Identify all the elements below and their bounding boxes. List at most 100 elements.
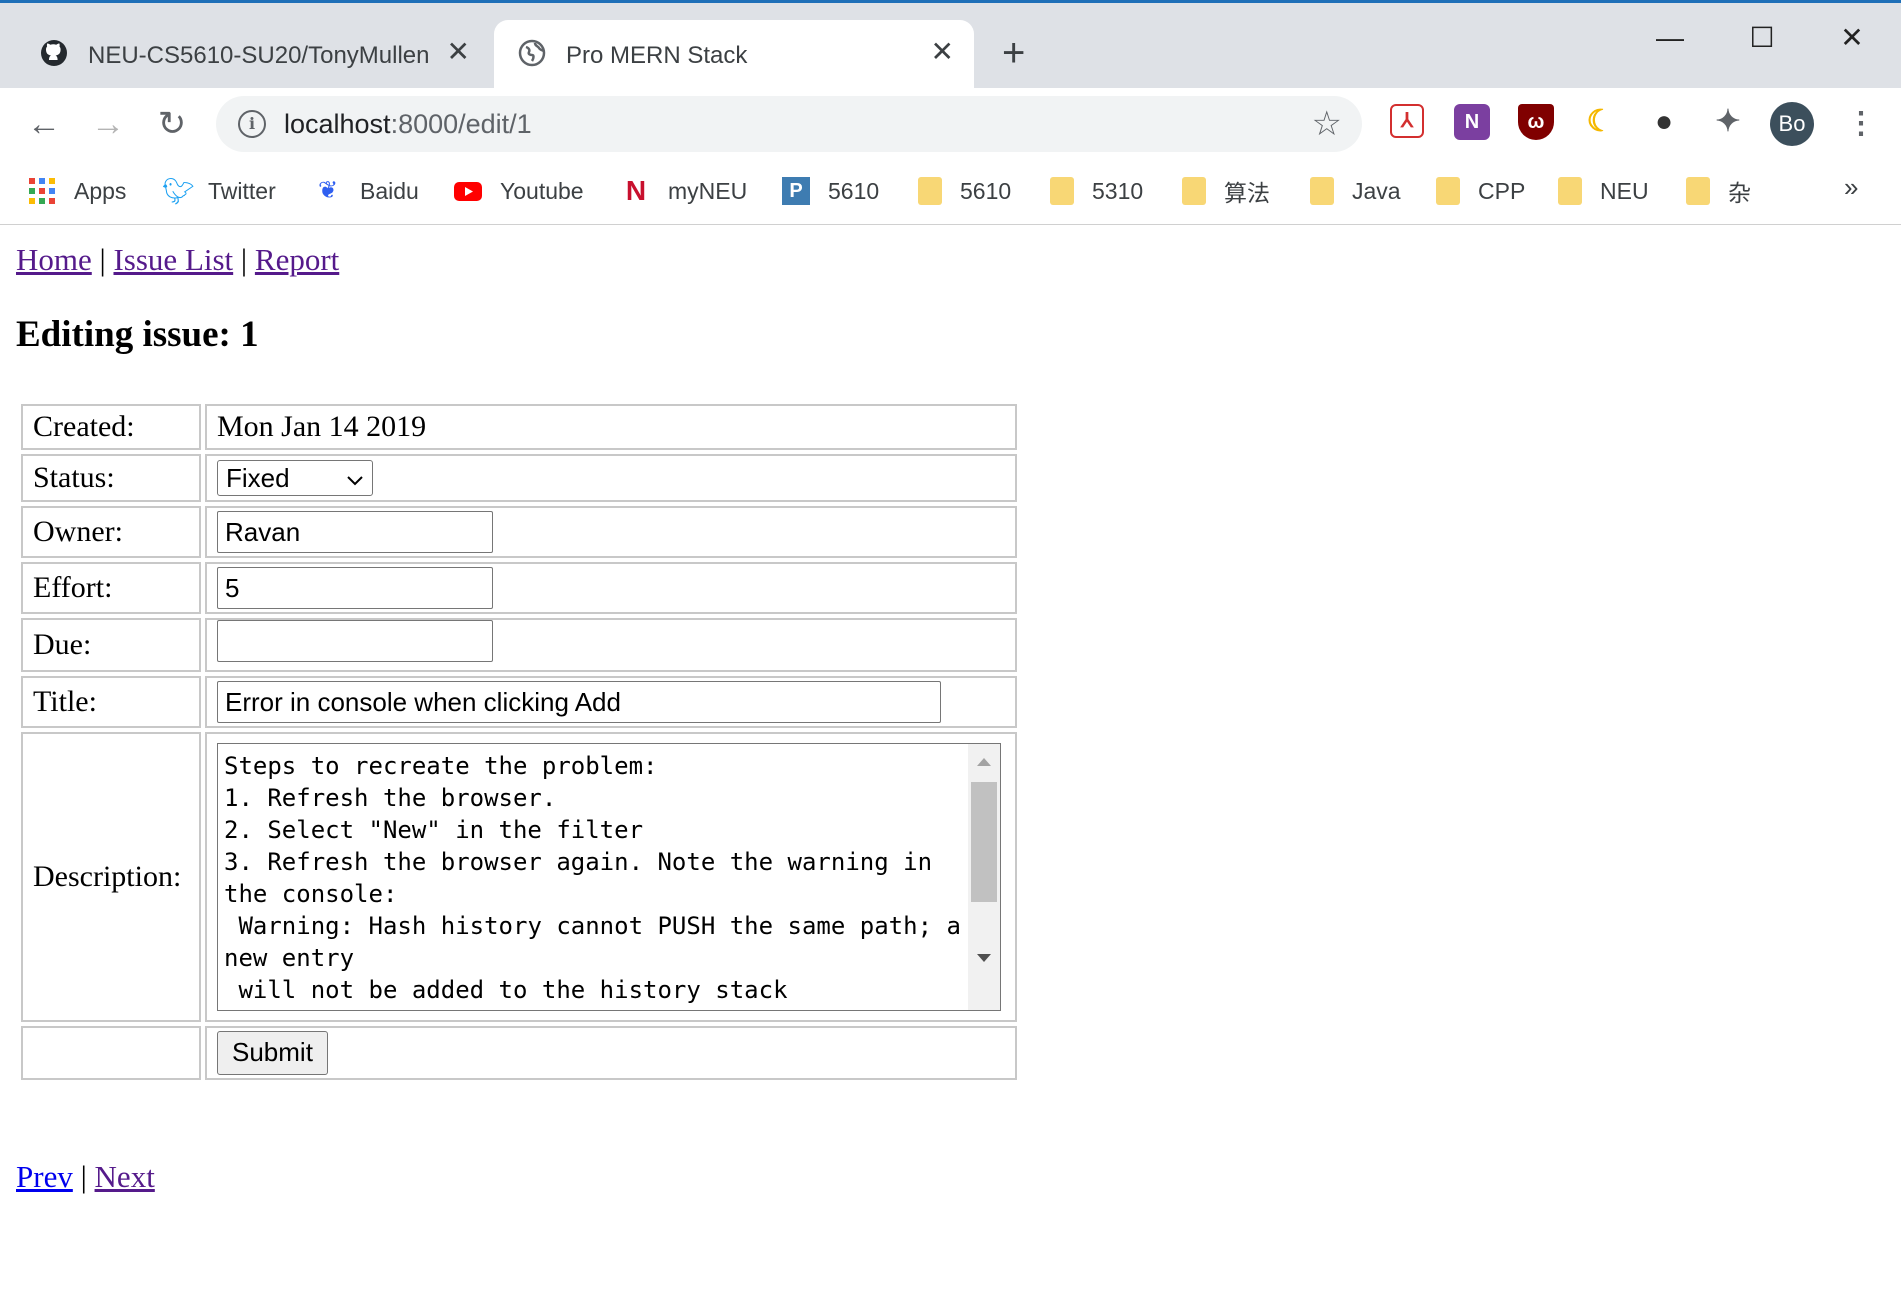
browser-toolbar: ← → ↻ i localhost:8000/edit/1 ☆ ⅄ N ω ☾ … — [0, 88, 1901, 160]
address-bar[interactable]: i localhost:8000/edit/1 ☆ — [216, 96, 1362, 152]
bookmark-baidu[interactable]: ❦ Baidu — [314, 174, 419, 208]
submit-cell: Submit — [205, 1026, 1017, 1080]
nav-separator: | — [99, 242, 106, 277]
bookmark-label: Java — [1352, 177, 1401, 204]
forward-icon[interactable]: → — [86, 102, 130, 146]
empty-label-cell — [21, 1026, 201, 1080]
onenote-extension-icon[interactable]: N — [1454, 104, 1490, 140]
submit-button[interactable]: Submit — [217, 1031, 328, 1075]
folder-icon — [918, 177, 942, 205]
bookmark-neu-folder[interactable]: NEU — [1558, 174, 1649, 208]
baidu-paw-icon: ❦ — [317, 177, 339, 204]
globe-icon — [518, 39, 546, 72]
form-row-effort: Effort: 5 — [21, 562, 1017, 614]
due-label: Due: — [21, 618, 201, 672]
created-label: Created: — [21, 404, 201, 450]
page-title: Editing issue: 1 — [16, 314, 259, 355]
star-icon[interactable]: ☆ — [1312, 104, 1342, 144]
info-icon[interactable]: i — [238, 110, 266, 138]
folder-icon — [1436, 177, 1460, 205]
description-cell: Steps to recreate the problem: 1. Refres… — [205, 732, 1017, 1022]
window-close-icon[interactable]: ✕ — [1822, 13, 1882, 63]
home-link[interactable]: Home — [16, 242, 92, 277]
report-link[interactable]: Report — [255, 242, 339, 277]
bookmark-label: 杂 — [1728, 180, 1751, 206]
bookmark-label: 5610 — [828, 177, 880, 204]
bookmark-myneu[interactable]: N myNEU — [622, 174, 747, 208]
bookmarks-bar: Apps 🐦︎ Twitter ❦ Baidu Youtube N myNEU … — [0, 160, 1901, 225]
pdf-extension-icon[interactable]: ⅄ — [1390, 104, 1424, 138]
bookmark-apps[interactable]: Apps — [28, 174, 126, 208]
description-textarea[interactable]: Steps to recreate the problem: 1. Refres… — [217, 743, 1001, 1011]
bookmark-java-folder[interactable]: Java — [1310, 174, 1401, 208]
textarea-scrollbar[interactable] — [968, 744, 1000, 1010]
effort-cell: 5 — [205, 562, 1017, 614]
maximize-icon[interactable]: ☐ — [1732, 13, 1792, 63]
bookmark-label: Youtube — [500, 177, 584, 204]
bookmark-label: NEU — [1600, 177, 1649, 204]
bookmark-label: CPP — [1478, 177, 1526, 204]
form-row-owner: Owner: Ravan — [21, 506, 1017, 558]
new-tab-button[interactable]: + — [1002, 33, 1025, 73]
status-select-value: Fixed — [226, 462, 290, 493]
bookmark-algorithms-folder[interactable]: 算法 — [1182, 174, 1270, 208]
bookmark-label: Apps — [74, 177, 127, 204]
bookmark-label: myNEU — [668, 177, 748, 204]
moon-extension-icon[interactable]: ☾ — [1582, 104, 1618, 140]
bookmark-twitter[interactable]: 🐦︎ Twitter — [162, 174, 276, 208]
tab-title: Pro MERN Stack — [566, 41, 748, 69]
bookmark-5610-piazza[interactable]: P 5610 — [782, 174, 879, 208]
url-text[interactable]: localhost:8000/edit/1 — [284, 109, 532, 140]
scrollbar-thumb[interactable] — [971, 782, 997, 902]
status-select[interactable]: Fixed — [217, 460, 373, 496]
next-link[interactable]: Next — [95, 1159, 155, 1194]
bookmark-misc-folder[interactable]: 杂 — [1686, 174, 1751, 208]
bookmark-5610-folder[interactable]: 5610 — [918, 174, 1011, 208]
menu-icon[interactable]: ⋮ — [1846, 102, 1876, 146]
issue-edit-form: Created: Mon Jan 14 2019 Status: Fixed O… — [17, 400, 1021, 1084]
folder-icon — [1686, 177, 1710, 205]
tab-github[interactable]: NEU-CS5610-SU20/TonyMullen-E ✕ — [12, 20, 490, 91]
neu-logo-icon: N — [625, 175, 647, 206]
avatar[interactable]: Bo — [1770, 102, 1814, 146]
form-row-due: Due: — [21, 618, 1017, 672]
created-value: Mon Jan 14 2019 — [205, 404, 1017, 450]
due-input[interactable] — [217, 620, 493, 662]
browser-chrome: NEU-CS5610-SU20/TonyMullen-E ✕ Pro MERN … — [0, 0, 1901, 225]
form-row-status: Status: Fixed — [21, 454, 1017, 502]
puzzle-icon[interactable]: ✦ — [1710, 104, 1746, 140]
bookmark-5310-folder[interactable]: 5310 — [1050, 174, 1143, 208]
close-icon[interactable]: ✕ — [931, 38, 954, 66]
tab-strip: NEU-CS5610-SU20/TonyMullen-E ✕ Pro MERN … — [0, 0, 1901, 91]
minimize-icon[interactable]: — — [1640, 13, 1700, 63]
github-icon — [40, 39, 68, 72]
form-row-title: Title: Error in console when clicking Ad… — [21, 676, 1017, 728]
scroll-up-icon[interactable] — [977, 758, 991, 766]
close-icon[interactable]: ✕ — [447, 38, 470, 66]
form-row-created: Created: Mon Jan 14 2019 — [21, 404, 1017, 450]
tab-active[interactable]: Pro MERN Stack ✕ — [494, 20, 974, 91]
piazza-icon: P — [782, 177, 810, 205]
twitter-icon: 🐦︎ — [162, 176, 196, 206]
bookmark-label: 5310 — [1092, 177, 1144, 204]
owner-input[interactable]: Ravan — [217, 511, 493, 553]
title-label: Title: — [21, 676, 201, 728]
back-icon[interactable]: ← — [22, 102, 66, 146]
effort-input[interactable]: 5 — [217, 567, 493, 609]
page-content: Home | Issue List | Report Editing issue… — [0, 225, 1901, 1295]
issue-list-link[interactable]: Issue List — [113, 242, 233, 277]
title-input[interactable]: Error in console when clicking Add — [217, 681, 941, 723]
chevron-down-icon — [346, 463, 364, 494]
pager: Prev | Next — [16, 1159, 155, 1195]
bookmark-youtube[interactable]: Youtube — [454, 174, 584, 208]
ublock-extension-icon[interactable]: ω — [1518, 104, 1554, 140]
bookmarks-overflow-button[interactable]: » — [1844, 172, 1858, 203]
status-cell: Fixed — [205, 454, 1017, 502]
prev-link[interactable]: Prev — [16, 1159, 73, 1194]
form-row-description: Description: Steps to recreate the probl… — [21, 732, 1017, 1022]
reload-icon[interactable]: ↻ — [150, 102, 194, 146]
nav-separator: | — [240, 242, 248, 277]
scroll-down-icon[interactable] — [977, 954, 991, 962]
bookmark-cpp-folder[interactable]: CPP — [1436, 174, 1525, 208]
spheres-extension-icon[interactable]: ● — [1646, 104, 1682, 140]
